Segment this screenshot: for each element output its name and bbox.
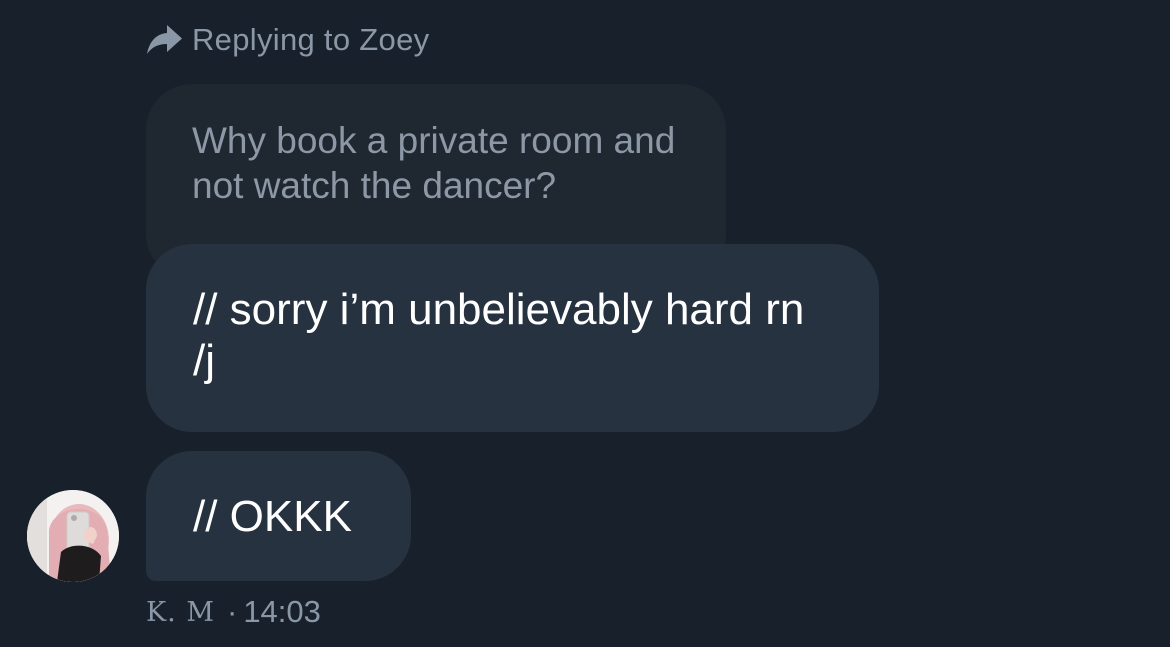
reply-arrow-icon [147,25,182,54]
user-avatar[interactable] [27,490,119,582]
meta-separator: · [226,594,238,629]
quoted-message-text: Why book a private room and not watch th… [192,120,676,206]
message-meta: K. M · 14:03 [146,594,321,630]
message-bubble[interactable]: // OKKK [146,451,411,581]
message-bubble[interactable]: // sorry i’m unbelievably hard rn /j [146,244,879,432]
sender-name[interactable]: K. M [146,597,215,628]
reply-context-label: Replying to Zoey [192,22,430,57]
message-timestamp: 14:03 [243,594,321,629]
avatar-image [27,490,119,582]
reply-context[interactable]: Replying to Zoey [146,20,429,60]
message-text: // OKKK [193,492,352,541]
message-text: // sorry i’m unbelievably hard rn /j [193,285,805,385]
